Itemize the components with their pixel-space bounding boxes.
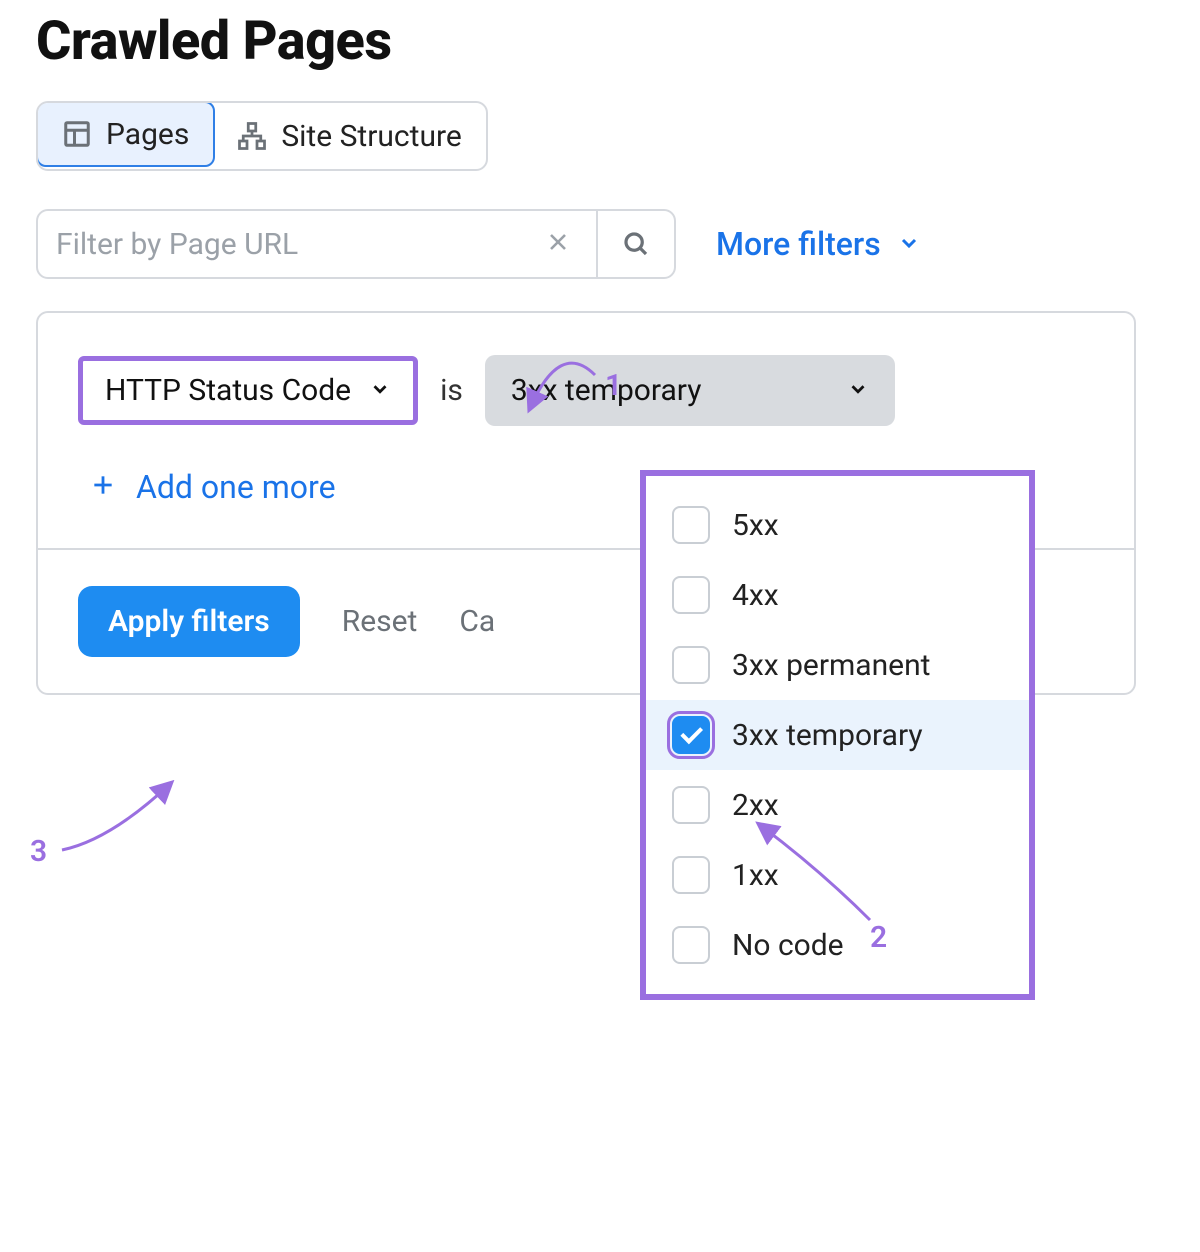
option-1xx[interactable]: 1xx [646,840,1029,910]
cancel-button[interactable]: Ca [459,604,495,639]
option-label: No code [732,928,844,963]
tab-site-structure[interactable]: Site Structure [213,103,485,169]
annotation-1: 1 [605,368,622,403]
url-filter-placeholder: Filter by Page URL [56,227,298,262]
apply-filters-button[interactable]: Apply filters [78,586,300,657]
filter-field-select[interactable]: HTTP Status Code [78,356,418,425]
option-label: 3xx permanent [732,648,930,683]
url-filter-input[interactable]: Filter by Page URL [38,211,596,277]
view-tabs: Pages Site Structure [36,101,488,171]
search-button[interactable] [596,211,674,277]
plus-icon [90,468,116,506]
sitemap-icon [237,121,267,151]
more-filters-toggle[interactable]: More filters [716,225,921,263]
page-title: Crawled Pages [36,10,1164,73]
pages-icon [62,119,92,149]
option-2xx[interactable]: 2xx [646,770,1029,840]
clear-input-icon[interactable] [538,227,578,262]
checkbox-icon[interactable] [672,856,710,894]
add-filter-label: Add one more [136,468,336,506]
filter-value-select[interactable]: 3xx temporary [485,355,895,426]
option-label: 2xx [732,788,779,823]
status-code-dropdown: 5xx 4xx 3xx permanent 3xx temporary 2xx … [640,470,1035,1000]
chevron-down-icon [897,225,921,263]
reset-button[interactable]: Reset [342,604,418,639]
option-label: 3xx temporary [732,718,923,753]
chevron-down-icon [847,373,869,408]
option-label: 4xx [732,578,779,613]
checkbox-checked-icon[interactable] [672,716,710,754]
filter-operator: is [440,373,463,408]
checkbox-icon[interactable] [672,576,710,614]
checkbox-icon[interactable] [672,646,710,684]
url-filter-group: Filter by Page URL [36,209,676,279]
chevron-down-icon [369,373,391,408]
tab-pages-label: Pages [106,117,189,152]
option-5xx[interactable]: 5xx [646,490,1029,560]
option-4xx[interactable]: 4xx [646,560,1029,630]
option-label: 5xx [732,508,779,543]
tab-site-structure-label: Site Structure [281,119,461,154]
option-label: 1xx [732,858,779,893]
tab-pages[interactable]: Pages [36,101,215,167]
filter-field-label: HTTP Status Code [105,373,351,408]
checkbox-icon[interactable] [672,926,710,964]
checkbox-icon[interactable] [672,786,710,824]
checkbox-icon[interactable] [672,506,710,544]
annotation-2: 2 [870,920,887,955]
option-3xx-permanent[interactable]: 3xx permanent [646,630,1029,700]
more-filters-label: More filters [716,225,881,263]
option-3xx-temporary[interactable]: 3xx temporary [646,700,1029,770]
option-no-code[interactable]: No code [646,910,1029,980]
annotation-3: 3 [30,834,47,869]
